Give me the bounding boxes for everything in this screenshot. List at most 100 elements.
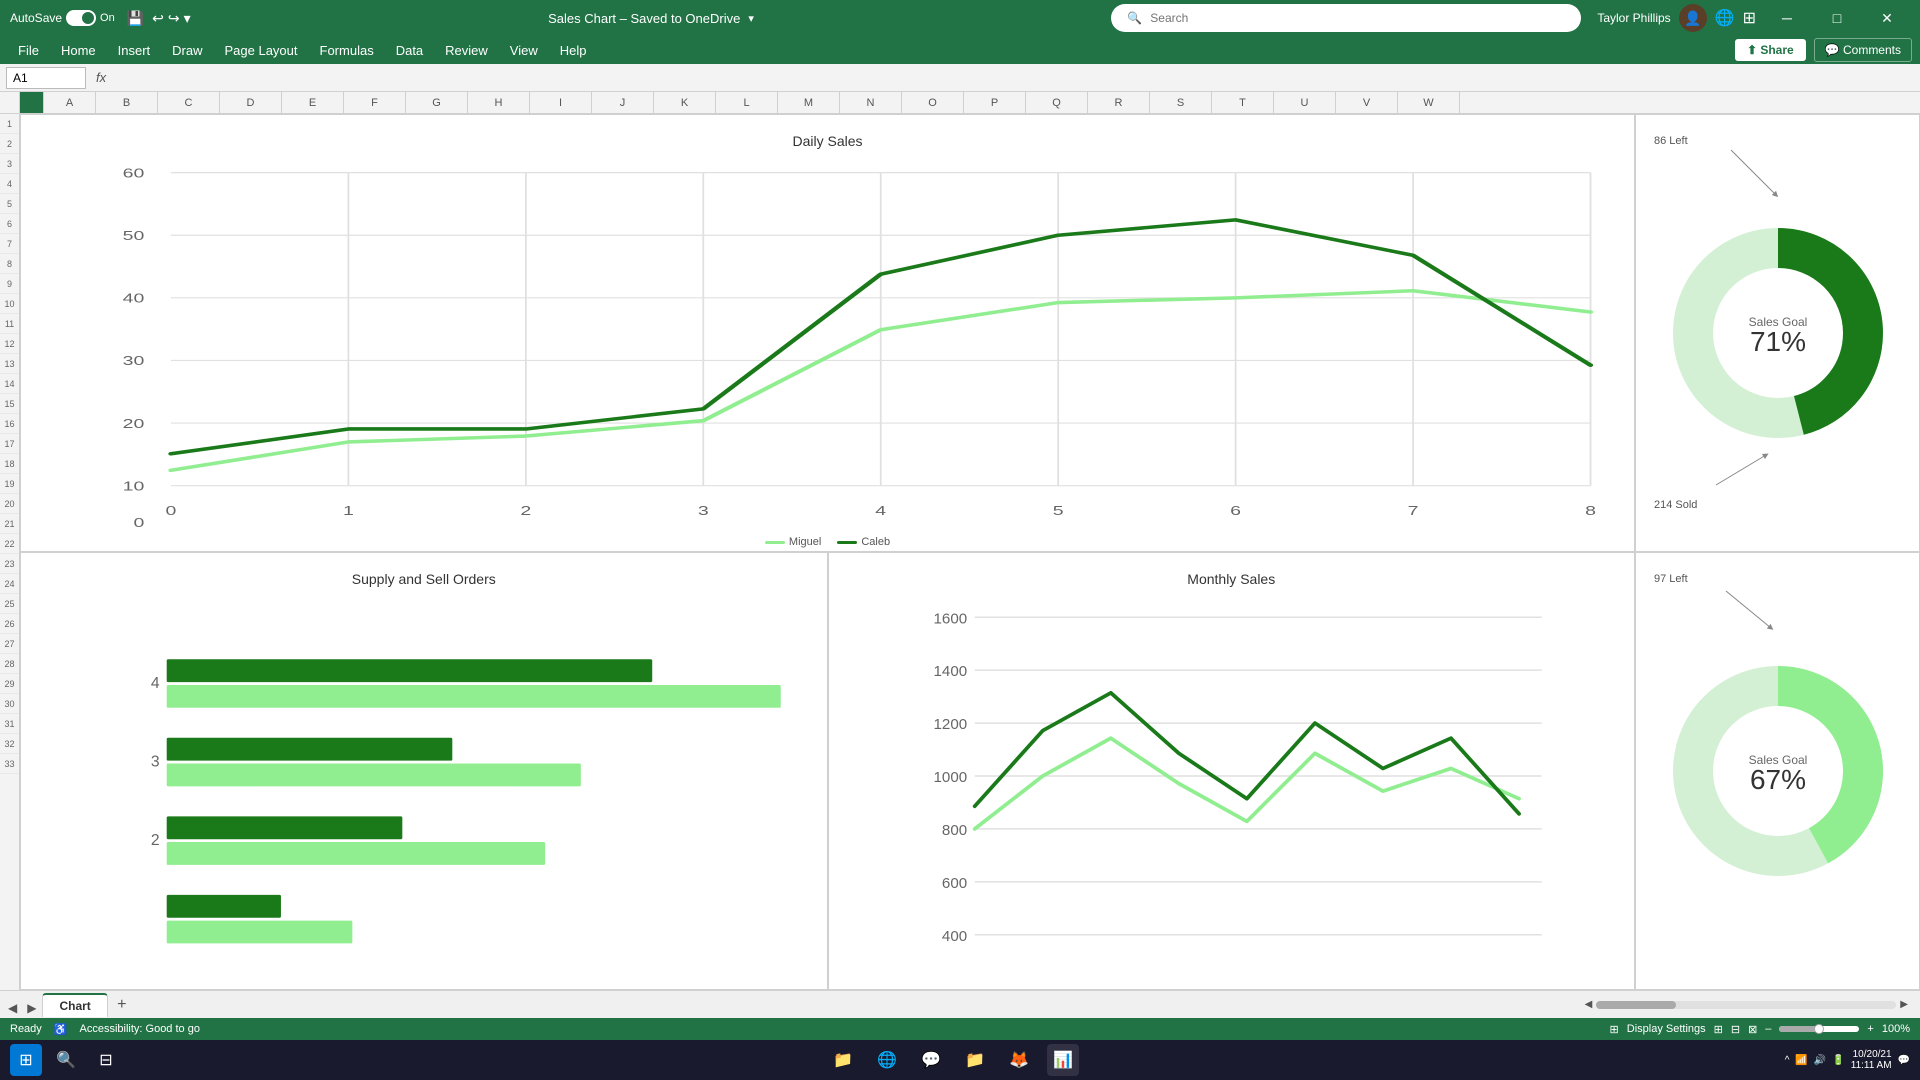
view-page-icon[interactable]: ⊟: [1731, 1023, 1740, 1036]
col-header-L[interactable]: L: [716, 92, 778, 113]
windows-start-button[interactable]: ⊞: [10, 1044, 42, 1076]
col-header-G[interactable]: G: [406, 92, 468, 113]
col-header-J[interactable]: J: [592, 92, 654, 113]
col-header-R[interactable]: R: [1088, 92, 1150, 113]
menu-review[interactable]: Review: [435, 39, 498, 62]
menu-pagelayout[interactable]: Page Layout: [215, 39, 308, 62]
notification-icon[interactable]: 💬: [1898, 1055, 1910, 1066]
search-bar[interactable]: 🔍: [1111, 4, 1581, 32]
scroll-left-icon[interactable]: ◀: [1585, 999, 1593, 1010]
svg-text:60: 60: [123, 166, 145, 181]
taskbar-search[interactable]: 🔍: [50, 1044, 82, 1076]
col-header-S[interactable]: S: [1150, 92, 1212, 113]
zoom-slider[interactable]: [1779, 1026, 1859, 1032]
profile-area: Taylor Phillips 👤 🌐 ⊞: [1597, 4, 1756, 32]
row-num-23: 23: [0, 554, 19, 574]
network-tray-icon[interactable]: 📶: [1795, 1055, 1807, 1066]
view-normal-icon[interactable]: ⊞: [1714, 1023, 1723, 1036]
minimize-button[interactable]: ─: [1764, 0, 1810, 36]
sheet-tab-chart[interactable]: Chart: [42, 993, 107, 1017]
zoom-decrease[interactable]: –: [1765, 1023, 1771, 1035]
tab-nav-right[interactable]: ▶: [23, 999, 40, 1017]
tab-nav-left[interactable]: ◀: [4, 999, 21, 1017]
cell-reference[interactable]: [6, 67, 86, 89]
menu-draw[interactable]: Draw: [162, 39, 212, 62]
taskbar-edge[interactable]: 🌐: [871, 1044, 903, 1076]
donut-chart-2[interactable]: 97 Left Sales Goal 67%: [1635, 552, 1920, 990]
taskbar-teams[interactable]: 💬: [915, 1044, 947, 1076]
redo-icon[interactable]: ↪: [168, 10, 180, 27]
battery-tray-icon[interactable]: 🔋: [1832, 1055, 1844, 1066]
taskbar-taskview[interactable]: ⊟: [90, 1044, 122, 1076]
row-num-30: 30: [0, 694, 19, 714]
monthly-sales-chart[interactable]: Monthly Sales 1600 1400 1200 1000 800 60…: [828, 552, 1636, 990]
settings-icon[interactable]: ⊞: [1743, 8, 1756, 28]
taskbar-browser[interactable]: 🦊: [1003, 1044, 1035, 1076]
col-header-M[interactable]: M: [778, 92, 840, 113]
col-header-B[interactable]: B: [96, 92, 158, 113]
monthly-sales-title: Monthly Sales: [837, 561, 1627, 587]
taskbar-excel[interactable]: 📊: [1047, 1044, 1079, 1076]
menu-data[interactable]: Data: [386, 39, 433, 62]
menu-formulas[interactable]: Formulas: [310, 39, 384, 62]
col-header-C[interactable]: C: [158, 92, 220, 113]
svg-text:67%: 67%: [1749, 764, 1805, 795]
scroll-thumb[interactable]: [1596, 1001, 1676, 1009]
donut-chart-1[interactable]: 86 Left 214 Sold Sales Goal 71%: [1635, 114, 1920, 552]
zoom-knob[interactable]: [1814, 1024, 1824, 1034]
col-header-P[interactable]: P: [964, 92, 1026, 113]
taskbar-explorer[interactable]: 📁: [827, 1044, 859, 1076]
system-tray: ^ 📶 🔊 🔋 10/20/21 11:11 AM 💬: [1785, 1049, 1910, 1071]
col-header-F[interactable]: F: [344, 92, 406, 113]
autosave-toggle[interactable]: [66, 10, 96, 26]
scroll-right-icon[interactable]: ▶: [1900, 999, 1908, 1010]
col-header-K[interactable]: K: [654, 92, 716, 113]
menu-view[interactable]: View: [500, 39, 548, 62]
comments-button[interactable]: 💬 Comments: [1814, 38, 1912, 62]
menu-file[interactable]: File: [8, 39, 49, 62]
formula-input[interactable]: [116, 71, 1914, 85]
taskbar-files[interactable]: 📁: [959, 1044, 991, 1076]
share-button[interactable]: ⬆ Share: [1735, 39, 1806, 61]
col-header-T[interactable]: T: [1212, 92, 1274, 113]
add-sheet-button[interactable]: +: [110, 993, 134, 1017]
windows-taskbar: ⊞ 🔍 ⊟ 📁 🌐 💬 📁 🦊 📊 ^ 📶 🔊 🔋 10/20/21 11:11…: [0, 1040, 1920, 1080]
col-header-H[interactable]: H: [468, 92, 530, 113]
col-header-W[interactable]: W: [1398, 92, 1460, 113]
col-header-O[interactable]: O: [902, 92, 964, 113]
menu-home[interactable]: Home: [51, 39, 106, 62]
sound-tray-icon[interactable]: 🔊: [1814, 1055, 1826, 1066]
col-header-V[interactable]: V: [1336, 92, 1398, 113]
close-button[interactable]: ✕: [1864, 0, 1910, 36]
menu-insert[interactable]: Insert: [108, 39, 161, 62]
search-input[interactable]: [1150, 11, 1565, 25]
svg-text:4: 4: [875, 503, 886, 518]
datetime-display[interactable]: 10/20/21 11:11 AM: [1851, 1049, 1892, 1071]
col-header-D[interactable]: D: [220, 92, 282, 113]
display-settings-label[interactable]: Display Settings: [1627, 1023, 1706, 1035]
maximize-button[interactable]: □: [1814, 0, 1860, 36]
col-header-U[interactable]: U: [1274, 92, 1336, 113]
more-icon[interactable]: ▾: [184, 10, 191, 27]
undo-icon[interactable]: ↩: [152, 10, 164, 27]
daily-sales-chart[interactable]: Daily Sales 60 50: [20, 114, 1635, 552]
supply-sell-chart[interactable]: Supply and Sell Orders 4 3 2: [20, 552, 828, 990]
zoom-level: 100%: [1882, 1023, 1910, 1035]
col-header-I[interactable]: I: [530, 92, 592, 113]
col-header-E[interactable]: E: [282, 92, 344, 113]
avatar[interactable]: 👤: [1679, 4, 1707, 32]
user-name: Taylor Phillips: [1597, 11, 1670, 25]
svg-text:71%: 71%: [1749, 326, 1805, 357]
window-controls: ─ □ ✕: [1764, 0, 1910, 36]
zoom-increase[interactable]: +: [1867, 1023, 1873, 1035]
horizontal-scrollbar[interactable]: [1596, 1001, 1896, 1009]
col-header-A[interactable]: A: [44, 92, 96, 113]
status-bar: Ready ♿ Accessibility: Good to go ⊞ Disp…: [0, 1018, 1920, 1040]
menu-help[interactable]: Help: [550, 39, 597, 62]
dropdown-icon[interactable]: ▾: [748, 12, 754, 25]
col-header-N[interactable]: N: [840, 92, 902, 113]
view-break-icon[interactable]: ⊠: [1748, 1023, 1757, 1036]
save-icon[interactable]: 💾: [127, 10, 144, 27]
tray-expand[interactable]: ^: [1785, 1055, 1790, 1066]
col-header-Q[interactable]: Q: [1026, 92, 1088, 113]
